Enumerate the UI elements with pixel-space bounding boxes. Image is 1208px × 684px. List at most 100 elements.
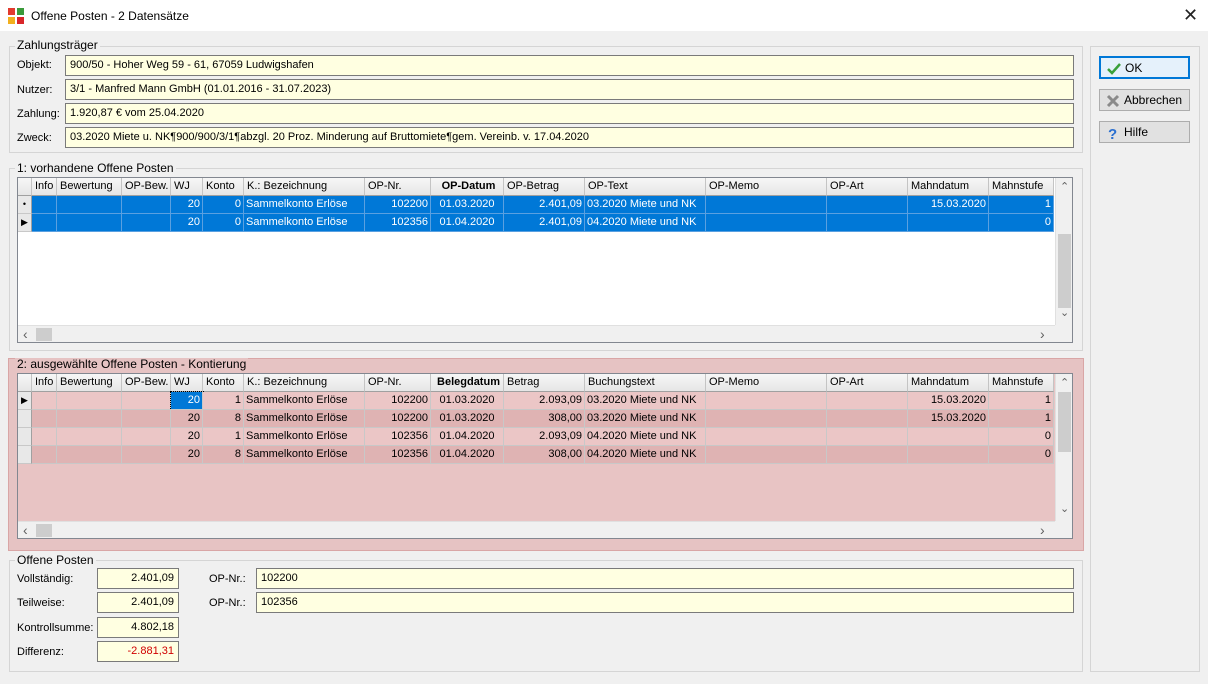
- column-header[interactable]: Mahnstufe: [989, 178, 1054, 196]
- column-header[interactable]: Mahndatum: [908, 374, 989, 392]
- cell-memo[interactable]: [706, 410, 827, 428]
- cell-info[interactable]: [32, 392, 57, 410]
- teilweise-field[interactable]: 2.401,09: [97, 592, 179, 613]
- close-icon[interactable]: ✕: [1183, 6, 1198, 24]
- cell-opbew[interactable]: [122, 214, 171, 232]
- cell-info[interactable]: [32, 214, 57, 232]
- cell-opbew[interactable]: [122, 428, 171, 446]
- cell-datum[interactable]: 01.04.2020: [431, 446, 504, 464]
- cell-memo[interactable]: [706, 196, 827, 214]
- scroll-thumb[interactable]: [36, 524, 52, 537]
- cell-bez[interactable]: Sammelkonto Erlöse: [244, 392, 365, 410]
- cell-text[interactable]: 03.2020 Miete und NK: [585, 392, 706, 410]
- cell-bew[interactable]: [57, 214, 122, 232]
- cell-memo[interactable]: [706, 446, 827, 464]
- cell-konto[interactable]: 8: [203, 410, 244, 428]
- column-header[interactable]: Belegdatum: [431, 374, 504, 392]
- ok-button[interactable]: OK: [1099, 56, 1190, 79]
- opnr1-field[interactable]: 102200: [256, 568, 1074, 589]
- zahlung-field[interactable]: 1.920,87 € vom 25.04.2020: [65, 103, 1074, 124]
- cell-bez[interactable]: Sammelkonto Erlöse: [244, 446, 365, 464]
- cell-art[interactable]: [827, 196, 908, 214]
- cell-mahndatum[interactable]: [908, 214, 989, 232]
- cell-bew[interactable]: [57, 428, 122, 446]
- row-selector[interactable]: ▶: [18, 392, 32, 410]
- cell-art[interactable]: [827, 410, 908, 428]
- cell-opnr[interactable]: 102200: [365, 410, 431, 428]
- column-header[interactable]: Bewertung: [57, 178, 122, 196]
- cell-bez[interactable]: Sammelkonto Erlöse: [244, 410, 365, 428]
- cell-mahnstufe[interactable]: 1: [989, 410, 1054, 428]
- column-header[interactable]: OP-Art: [827, 374, 908, 392]
- column-header[interactable]: K.: Bezeichnung: [244, 374, 365, 392]
- horizontal-scrollbar[interactable]: ‹ ›: [18, 521, 1055, 538]
- cell-betrag[interactable]: 308,00: [504, 410, 585, 428]
- column-header[interactable]: Bewertung: [57, 374, 122, 392]
- scroll-thumb[interactable]: [36, 328, 52, 341]
- cell-datum[interactable]: 01.03.2020: [431, 196, 504, 214]
- zweck-field[interactable]: 03.2020 Miete u. NK¶900/900/3/1¶abzgl. 2…: [65, 127, 1074, 148]
- column-header[interactable]: OP-Art: [827, 178, 908, 196]
- cell-opbew[interactable]: [122, 446, 171, 464]
- cell-text[interactable]: 04.2020 Miete und NK: [585, 446, 706, 464]
- column-header[interactable]: Konto: [203, 374, 244, 392]
- cell-mahnstufe[interactable]: 0: [989, 446, 1054, 464]
- cell-opnr[interactable]: 102200: [365, 196, 431, 214]
- cell-bez[interactable]: Sammelkonto Erlöse: [244, 214, 365, 232]
- cell-art[interactable]: [827, 446, 908, 464]
- column-header[interactable]: Betrag: [504, 374, 585, 392]
- row-selector[interactable]: [18, 410, 32, 428]
- cell-memo[interactable]: [706, 392, 827, 410]
- column-header[interactable]: WJ: [171, 374, 203, 392]
- cell-mahndatum[interactable]: 15.03.2020: [908, 196, 989, 214]
- hilfe-button[interactable]: ? Hilfe: [1099, 121, 1190, 143]
- cell-opbew[interactable]: [122, 196, 171, 214]
- cell-art[interactable]: [827, 428, 908, 446]
- cell-mahndatum[interactable]: [908, 428, 989, 446]
- column-header[interactable]: Info: [32, 374, 57, 392]
- vollstaendig-field[interactable]: 2.401,09: [97, 568, 179, 589]
- cell-wj[interactable]: 20: [171, 410, 203, 428]
- cell-betrag[interactable]: 2.401,09: [504, 196, 585, 214]
- cell-betrag[interactable]: 2.093,09: [504, 428, 585, 446]
- cell-bew[interactable]: [57, 196, 122, 214]
- cell-bew[interactable]: [57, 446, 122, 464]
- column-header[interactable]: Konto: [203, 178, 244, 196]
- column-header[interactable]: OP-Bew.: [122, 178, 171, 196]
- cell-mahnstufe[interactable]: 0: [989, 214, 1054, 232]
- scroll-right-icon[interactable]: ›: [1040, 522, 1045, 538]
- row-selector[interactable]: [18, 446, 32, 464]
- column-header[interactable]: Mahnstufe: [989, 374, 1054, 392]
- cell-opnr[interactable]: 102356: [365, 428, 431, 446]
- cell-betrag[interactable]: 2.401,09: [504, 214, 585, 232]
- cell-art[interactable]: [827, 214, 908, 232]
- column-header[interactable]: OP-Nr.: [365, 374, 431, 392]
- vertical-scrollbar[interactable]: ⌃ ⌄: [1055, 178, 1072, 326]
- cell-text[interactable]: 04.2020 Miete und NK: [585, 214, 706, 232]
- cell-mahndatum[interactable]: [908, 446, 989, 464]
- cell-opbew[interactable]: [122, 392, 171, 410]
- cell-opbew[interactable]: [122, 410, 171, 428]
- cell-text[interactable]: 03.2020 Miete und NK: [585, 196, 706, 214]
- cell-wj[interactable]: 20: [171, 446, 203, 464]
- cell-art[interactable]: [827, 392, 908, 410]
- grid1-table[interactable]: Info Bewertung OP-Bew. WJ Konto K.: Bezeichnu…: [17, 177, 1073, 343]
- grid2-table[interactable]: Info Bewertung OP-Bew. WJ Konto K.: Bezeichnu…: [17, 373, 1073, 539]
- scroll-thumb[interactable]: [1058, 392, 1071, 452]
- scroll-down-icon[interactable]: ⌄: [1060, 502, 1069, 515]
- scroll-thumb[interactable]: [1058, 234, 1071, 308]
- horizontal-scrollbar[interactable]: ‹ ›: [18, 325, 1055, 342]
- cell-konto[interactable]: 1: [203, 392, 244, 410]
- cell-bew[interactable]: [57, 410, 122, 428]
- column-header[interactable]: OP-Memo: [706, 178, 827, 196]
- cell-konto[interactable]: 0: [203, 214, 244, 232]
- cell-bew[interactable]: [57, 392, 122, 410]
- cell-memo[interactable]: [706, 428, 827, 446]
- cell-bez[interactable]: Sammelkonto Erlöse: [244, 196, 365, 214]
- cell-wj[interactable]: 20: [171, 196, 203, 214]
- column-header[interactable]: OP-Memo: [706, 374, 827, 392]
- scroll-left-icon[interactable]: ‹: [23, 522, 28, 538]
- column-header[interactable]: OP-Text: [585, 178, 706, 196]
- cell-opnr[interactable]: 102356: [365, 446, 431, 464]
- row-selector[interactable]: •: [18, 196, 32, 214]
